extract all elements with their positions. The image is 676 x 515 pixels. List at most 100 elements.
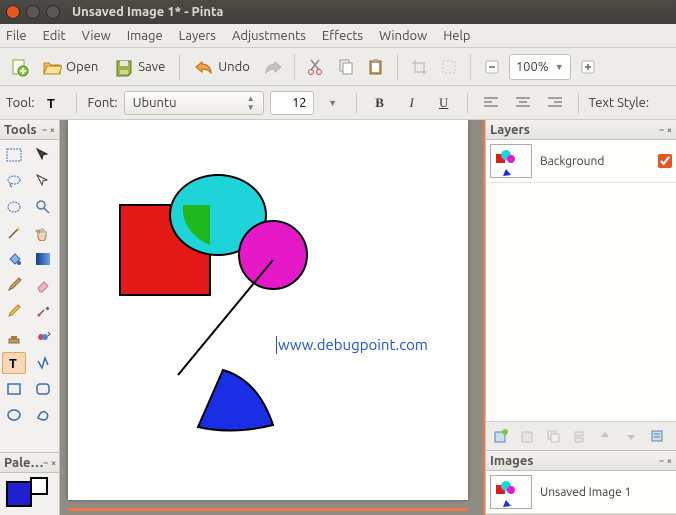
menubar: File Edit View Image Layers Adjustments … <box>0 24 676 48</box>
image-row[interactable]: Unsaved Image 1 <box>486 471 676 514</box>
layer-row[interactable]: Background <box>486 140 676 183</box>
layer-down-button[interactable] <box>620 426 642 446</box>
layer-up-button[interactable] <box>594 426 616 446</box>
menu-adjustments[interactable]: Adjustments <box>232 29 306 43</box>
line-tool[interactable] <box>31 352 55 374</box>
rect-tool[interactable] <box>2 378 26 400</box>
new-file-button[interactable] <box>6 54 32 80</box>
fg-color-swatch[interactable] <box>6 481 32 507</box>
titlebar: Unsaved Image 1* - Pinta <box>0 0 676 24</box>
layer-props-button[interactable] <box>646 426 668 446</box>
redo-button[interactable] <box>260 54 286 80</box>
menu-image[interactable]: Image <box>127 29 163 43</box>
picker-tool[interactable] <box>31 300 55 322</box>
align-center-button[interactable] <box>510 91 536 115</box>
minimize-icon[interactable]: – <box>659 125 664 135</box>
layer-name: Background <box>540 155 650 168</box>
rect-select-tool[interactable] <box>2 144 26 166</box>
ellipse-tool[interactable] <box>2 404 26 426</box>
menu-effects[interactable]: Effects <box>322 29 363 43</box>
layers-title: Layers <box>490 123 530 137</box>
crop-button[interactable] <box>406 54 432 80</box>
pencil-tool[interactable] <box>2 300 26 322</box>
delete-layer-button[interactable] <box>516 426 538 446</box>
align-right-button[interactable] <box>542 91 568 115</box>
palette-title: Pale… <box>4 456 43 470</box>
menu-edit[interactable]: Edit <box>43 29 66 43</box>
window-title: Unsaved Image 1* - Pinta <box>72 5 223 19</box>
gradient-tool[interactable] <box>31 248 55 270</box>
canvas[interactable]: www.debugpoint.com <box>68 120 468 500</box>
right-dock: Layers–× Background Images–× Unsaved <box>486 120 676 515</box>
images-panel-header[interactable]: Images–× <box>486 451 676 471</box>
brush-tool[interactable] <box>2 274 26 296</box>
layer-visible-checkbox[interactable] <box>658 154 672 168</box>
roundrect-tool[interactable] <box>31 378 55 400</box>
pan-tool[interactable] <box>31 222 55 244</box>
tools-panel-header[interactable]: Tools–× <box>0 120 59 140</box>
duplicate-layer-button[interactable] <box>542 426 564 446</box>
paste-button[interactable] <box>363 54 389 80</box>
zoom-combo[interactable]: 100%▼ <box>509 54 571 80</box>
menu-view[interactable]: View <box>82 29 111 43</box>
clone-tool[interactable] <box>2 326 26 348</box>
minimize-icon[interactable]: – <box>42 125 47 135</box>
merge-layer-button[interactable] <box>568 426 590 446</box>
layers-panel: Layers –× Background <box>486 120 676 451</box>
bucket-tool[interactable] <box>2 248 26 270</box>
italic-button[interactable]: I <box>399 91 425 115</box>
canvas-viewport[interactable]: www.debugpoint.com <box>60 120 486 515</box>
eraser-tool[interactable] <box>31 274 55 296</box>
minimize-icon[interactable]: – <box>659 456 664 466</box>
save-label: Save <box>138 60 165 74</box>
zoom-tool[interactable] <box>31 196 55 218</box>
copy-button[interactable] <box>333 54 359 80</box>
ellipse-select-tool[interactable] <box>2 196 26 218</box>
wand-tool[interactable] <box>2 222 26 244</box>
underline-button[interactable]: U <box>431 91 457 115</box>
layers-panel-header[interactable]: Layers –× <box>486 120 676 140</box>
cut-button[interactable] <box>303 54 329 80</box>
open-button[interactable]: Open <box>36 53 104 81</box>
undo-label: Undo <box>218 60 250 74</box>
menu-file[interactable]: File <box>6 29 27 43</box>
zoom-in-button[interactable] <box>575 54 601 80</box>
close-icon[interactable]: × <box>50 125 55 135</box>
align-left-button[interactable] <box>478 91 504 115</box>
bg-color-swatch[interactable] <box>30 477 48 495</box>
save-button[interactable]: Save <box>108 53 171 81</box>
text-tool[interactable]: T <box>2 352 26 374</box>
palette-panel-header[interactable]: Pale…–× <box>0 453 59 473</box>
font-size-dropdown[interactable]: ▼ <box>320 91 346 115</box>
layer-thumbnail <box>490 144 532 178</box>
lasso-tool[interactable] <box>2 170 26 192</box>
tool-label: Tool: <box>6 96 34 110</box>
menu-help[interactable]: Help <box>443 29 470 43</box>
menu-window[interactable]: Window <box>379 29 427 43</box>
close-icon[interactable]: × <box>51 458 56 468</box>
window-close-button[interactable] <box>6 5 20 19</box>
recolor-tool[interactable] <box>31 326 55 348</box>
layer-buttons <box>486 421 676 450</box>
close-icon[interactable]: × <box>667 456 672 466</box>
zoom-out-button[interactable] <box>479 54 505 80</box>
minimize-icon[interactable]: – <box>43 458 48 468</box>
font-combo[interactable]: Ubuntu▲▼ <box>124 91 264 115</box>
close-icon[interactable]: × <box>667 125 672 135</box>
canvas-text[interactable]: www.debugpoint.com <box>278 336 428 353</box>
window-maximize-button[interactable] <box>46 5 60 19</box>
color-swatches[interactable] <box>0 473 59 515</box>
menu-layers[interactable]: Layers <box>179 29 216 43</box>
open-label: Open <box>66 60 98 74</box>
window-minimize-button[interactable] <box>26 5 40 19</box>
deselect-button[interactable] <box>436 54 462 80</box>
font-size-input[interactable] <box>270 91 314 115</box>
image-thumbnail <box>490 475 532 509</box>
current-tool-icon[interactable]: T <box>40 91 66 115</box>
undo-button[interactable]: Undo <box>188 53 256 81</box>
bold-button[interactable]: B <box>367 91 393 115</box>
freeform-tool[interactable] <box>31 404 55 426</box>
add-layer-button[interactable] <box>490 426 512 446</box>
move-selection-tool[interactable] <box>31 144 55 166</box>
move-tool[interactable] <box>31 170 55 192</box>
